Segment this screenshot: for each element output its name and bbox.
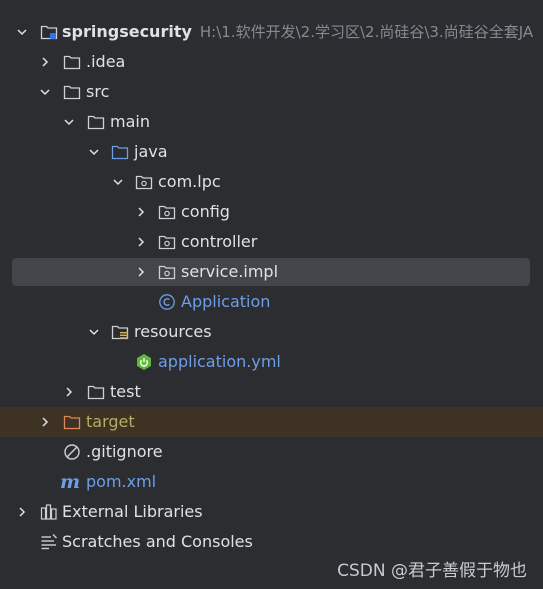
tree-node-pom-xml[interactable]: m pom.xml <box>0 467 543 497</box>
tree-node-label: pom.xml <box>86 472 157 491</box>
maven-icon: m <box>59 471 81 493</box>
folder-icon <box>87 113 105 131</box>
project-tree: springsecurity H:\1.软件开发\2.学习区\2.尚硅谷\3.尚硅… <box>0 17 543 557</box>
folder-icon <box>87 383 105 401</box>
chevron-right-icon[interactable] <box>135 197 147 227</box>
tree-node-idea[interactable]: .idea <box>0 47 543 77</box>
scratches-icon <box>40 533 58 551</box>
package-icon <box>158 263 176 281</box>
chevron-right-icon[interactable] <box>135 257 147 287</box>
tree-node-application-yml[interactable]: application.yml <box>0 347 543 377</box>
tree-node-scratches-and-consoles[interactable]: Scratches and Consoles <box>0 527 543 557</box>
tree-node-label: resources <box>134 322 212 341</box>
chevron-down-icon[interactable] <box>112 167 124 197</box>
chevron-right-icon[interactable] <box>135 227 147 257</box>
tree-node-label: External Libraries <box>62 502 203 521</box>
module-folder-icon <box>40 23 58 41</box>
path-hint: H:\1.软件开发\2.学习区\2.尚硅谷\3.尚硅谷全套JA <box>199 23 534 41</box>
folder-icon <box>63 53 81 71</box>
excluded-folder-icon <box>63 413 81 431</box>
chevron-down-icon[interactable] <box>16 17 28 47</box>
tree-node-com-lpc[interactable]: com.lpc <box>0 167 543 197</box>
tree-node-label: Application <box>181 292 271 311</box>
chevron-right-icon[interactable] <box>16 497 28 527</box>
resources-folder-icon <box>111 323 129 341</box>
tree-node-resources[interactable]: resources <box>0 317 543 347</box>
tree-node-label: java <box>134 142 168 161</box>
chevron-right-icon[interactable] <box>39 47 51 77</box>
chevron-down-icon[interactable] <box>88 137 100 167</box>
class-icon <box>158 293 176 311</box>
tree-node-src[interactable]: src <box>0 77 543 107</box>
watermark: CSDN @君子善假于物也 <box>337 561 527 581</box>
tree-node-java[interactable]: java <box>0 137 543 167</box>
tree-node-config[interactable]: config <box>0 197 543 227</box>
tree-node-label: main <box>110 112 150 131</box>
tree-node-external-libraries[interactable]: External Libraries <box>0 497 543 527</box>
tree-node-service-impl[interactable]: service.impl <box>0 257 543 287</box>
tree-node-label: .gitignore <box>86 442 163 461</box>
tree-node-label: service.impl <box>181 262 279 281</box>
tree-node-label: target <box>86 412 135 431</box>
source-root-folder-icon <box>111 143 129 161</box>
tree-node-label: test <box>110 382 141 401</box>
package-icon <box>158 233 176 251</box>
tree-node-gitignore[interactable]: .gitignore <box>0 437 543 467</box>
libraries-icon <box>40 503 58 521</box>
tree-node-label: springsecurity <box>62 22 192 41</box>
tree-node-label: Scratches and Consoles <box>62 532 253 551</box>
package-icon <box>135 173 153 191</box>
tree-node-label: src <box>86 82 110 101</box>
tree-node-target[interactable]: target <box>0 407 543 437</box>
tree-node-label: controller <box>181 232 258 251</box>
tree-node-label: application.yml <box>158 352 281 371</box>
excluded-row-highlight <box>0 407 543 437</box>
tree-node-application[interactable]: Application <box>0 287 543 317</box>
spring-config-icon <box>135 353 153 371</box>
tree-node-label: .idea <box>86 52 126 71</box>
tree-node-controller[interactable]: controller <box>0 227 543 257</box>
ignore-file-icon <box>63 443 81 461</box>
chevron-right-icon[interactable] <box>63 377 75 407</box>
tree-node-springsecurity[interactable]: springsecurity H:\1.软件开发\2.学习区\2.尚硅谷\3.尚硅… <box>0 17 543 47</box>
package-icon <box>158 203 176 221</box>
chevron-right-icon[interactable] <box>39 407 51 437</box>
chevron-down-icon[interactable] <box>88 317 100 347</box>
tree-node-test[interactable]: test <box>0 377 543 407</box>
chevron-down-icon[interactable] <box>63 107 75 137</box>
tree-node-label: com.lpc <box>158 172 221 191</box>
folder-icon <box>63 83 81 101</box>
tree-node-label: config <box>181 202 230 221</box>
chevron-down-icon[interactable] <box>39 77 51 107</box>
tree-node-main[interactable]: main <box>0 107 543 137</box>
